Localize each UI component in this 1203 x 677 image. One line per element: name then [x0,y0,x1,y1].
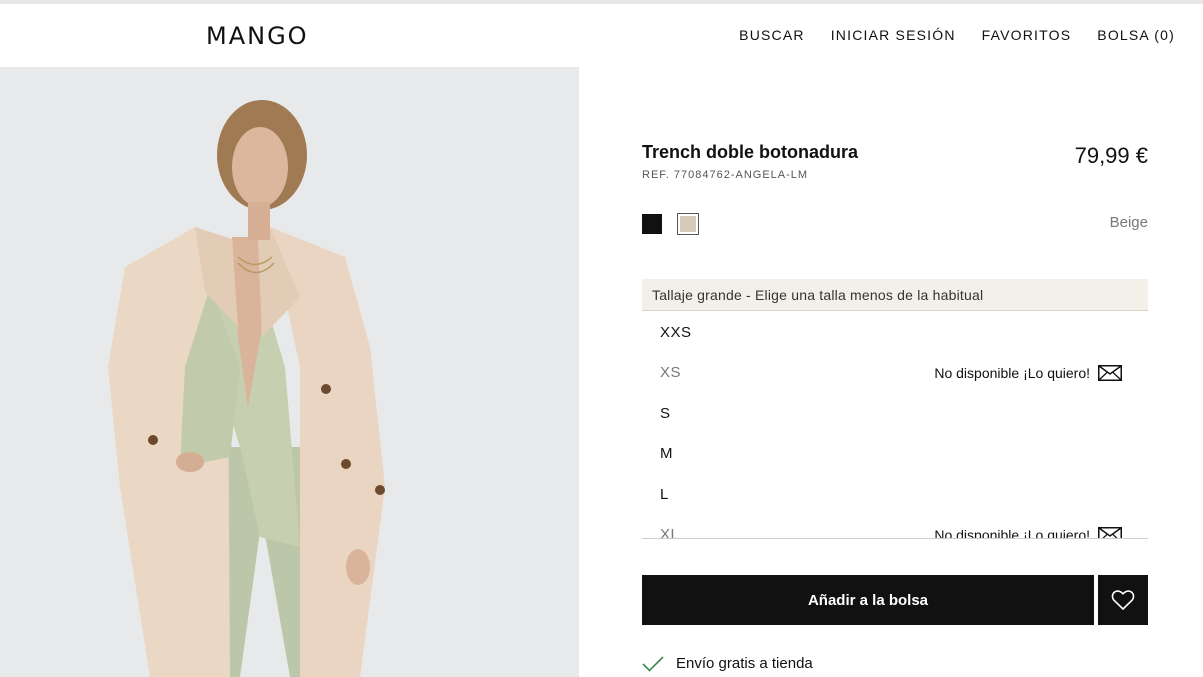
site-header: MANGO BUSCAR INICIAR SESIÓN FAVORITOS BO… [0,4,1203,67]
favorite-button[interactable] [1098,575,1148,625]
mango-logo[interactable]: MANGO [206,22,309,50]
color-swatch-beige[interactable] [677,213,699,235]
unavailable-text: No disponible ¡Lo quiero! [934,364,1090,381]
size-notice: Tallaje grande - Elige una talla menos d… [642,279,1148,311]
size-label: XXS [660,323,692,341]
product-title: Trench doble botonadura [642,142,859,162]
color-swatch-black[interactable] [642,214,662,234]
size-list[interactable]: XXS XS No disponible ¡Lo quiero! S M L X… [642,312,1148,539]
add-to-bag-button[interactable]: Añadir a la bolsa [642,575,1094,625]
size-option-xl[interactable]: XL No disponible ¡Lo quiero! [642,515,1148,539]
envelope-icon [1098,364,1122,381]
size-option-l[interactable]: L [642,474,1148,515]
notify-me[interactable]: No disponible ¡Lo quiero! [934,364,1122,381]
nav-bag[interactable]: BOLSA (0) [1097,27,1175,43]
nav-login[interactable]: INICIAR SESIÓN [831,27,956,43]
size-option-s[interactable]: S [642,393,1148,434]
selected-color-label: Beige [1109,214,1148,231]
product-ref: REF. 77084762-ANGELA-LM [642,169,809,181]
product-photo-illustration [0,67,579,677]
product-image[interactable] [0,67,579,677]
check-icon [642,655,664,672]
free-shipping-text: Envío gratis a tienda [676,655,813,672]
size-label: L [660,485,669,503]
free-shipping: Envío gratis a tienda [642,655,813,672]
heart-icon [1111,590,1135,610]
notify-me[interactable]: No disponible ¡Lo quiero! [934,526,1122,539]
nav-favorites[interactable]: FAVORITOS [982,27,1072,43]
envelope-icon [1098,526,1122,538]
size-label: M [660,445,673,463]
main-nav: BUSCAR INICIAR SESIÓN FAVORITOS BOLSA (0… [713,27,1175,43]
size-option-m[interactable]: M [642,434,1148,475]
size-label: S [660,404,671,422]
nav-search[interactable]: BUSCAR [739,27,805,43]
beige-swatch-fill [680,216,696,232]
size-label: XL [660,526,680,539]
size-option-xs[interactable]: XS No disponible ¡Lo quiero! [642,353,1148,394]
unavailable-text: No disponible ¡Lo quiero! [934,526,1090,539]
size-label: XS [660,364,682,382]
product-price: 79,99 € [1074,143,1148,168]
size-option-xxs[interactable]: XXS [642,312,1148,353]
